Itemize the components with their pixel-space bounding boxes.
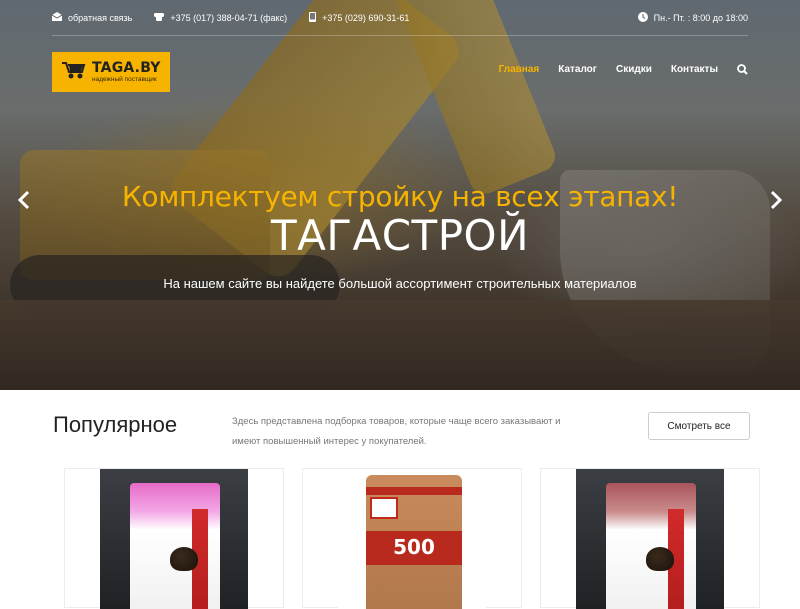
search-icon[interactable] xyxy=(737,64,748,75)
popular-description: Здесь представлена подборка товаров, кот… xyxy=(232,416,561,447)
bag-band xyxy=(366,487,462,495)
nav-item-contacts[interactable]: Контакты xyxy=(671,64,718,75)
cement-500-bag: 500 xyxy=(366,475,462,609)
phone-fax[interactable]: +375 (017) 388-04-71 (факс) xyxy=(154,12,287,23)
brand-logo xyxy=(370,497,398,519)
logo-title: TAGA.BY xyxy=(92,59,161,76)
product-image xyxy=(100,469,248,609)
hero-slider: обратная связь +375 (017) 388-04-71 (фак… xyxy=(0,0,800,390)
product-card[interactable]: 500 xyxy=(302,468,522,609)
cement-grade-label: 500 xyxy=(393,535,435,559)
feedback-label: обратная связь xyxy=(68,12,133,23)
mobile-icon xyxy=(309,11,322,24)
nav-item-discounts[interactable]: Скидки xyxy=(616,64,652,75)
working-hours-label: Пн.- Пт. : 8:00 до 18:00 xyxy=(653,12,748,23)
hedgehog-mascot xyxy=(646,547,674,571)
product-card[interactable] xyxy=(540,468,760,609)
chevron-left-icon[interactable] xyxy=(16,190,32,215)
main-nav: Главная Каталог Скидки Контакты xyxy=(480,64,748,75)
clock-icon xyxy=(637,11,654,24)
popular-section: Популярное Здесь представлена подборка т… xyxy=(0,390,800,609)
nav-item-home[interactable]: Главная xyxy=(499,64,540,75)
nav-item-catalog[interactable]: Каталог xyxy=(558,64,597,75)
view-all-button[interactable]: Смотреть все xyxy=(648,412,750,440)
feedback-link[interactable]: обратная связь xyxy=(51,12,133,23)
product-card[interactable] xyxy=(64,468,284,609)
product-image: 500 xyxy=(338,469,486,609)
logo-subtitle: надежный поставщик xyxy=(92,75,157,83)
phone-fax-label: +375 (017) 388-04-71 (факс) xyxy=(170,12,288,23)
hero-brand: ТАГАСТРОЙ xyxy=(270,211,530,260)
popular-heading: Популярное xyxy=(53,412,178,437)
top-bar: обратная связь +375 (017) 388-04-71 (фак… xyxy=(51,0,748,36)
phone-mobile[interactable]: +375 (029) 690-31-61 xyxy=(309,11,410,24)
phone-mobile-label: +375 (029) 690-31-61 xyxy=(322,12,410,23)
working-hours: Пн.- Пт. : 8:00 до 18:00 xyxy=(637,11,748,24)
product-image xyxy=(576,469,724,609)
hero-title: Комплектуем стройку на всех этапах! xyxy=(121,180,679,213)
hedgehog-mascot xyxy=(170,547,198,571)
envelope-icon xyxy=(51,12,68,23)
hero-subtitle: На нашем сайте вы найдете большой ассорт… xyxy=(163,276,637,291)
phone-icon xyxy=(154,12,170,23)
wheelbarrow-icon xyxy=(60,60,86,85)
site-logo[interactable]: TAGA.BY надежный поставщик xyxy=(52,52,170,92)
chevron-right-icon[interactable] xyxy=(768,190,784,215)
